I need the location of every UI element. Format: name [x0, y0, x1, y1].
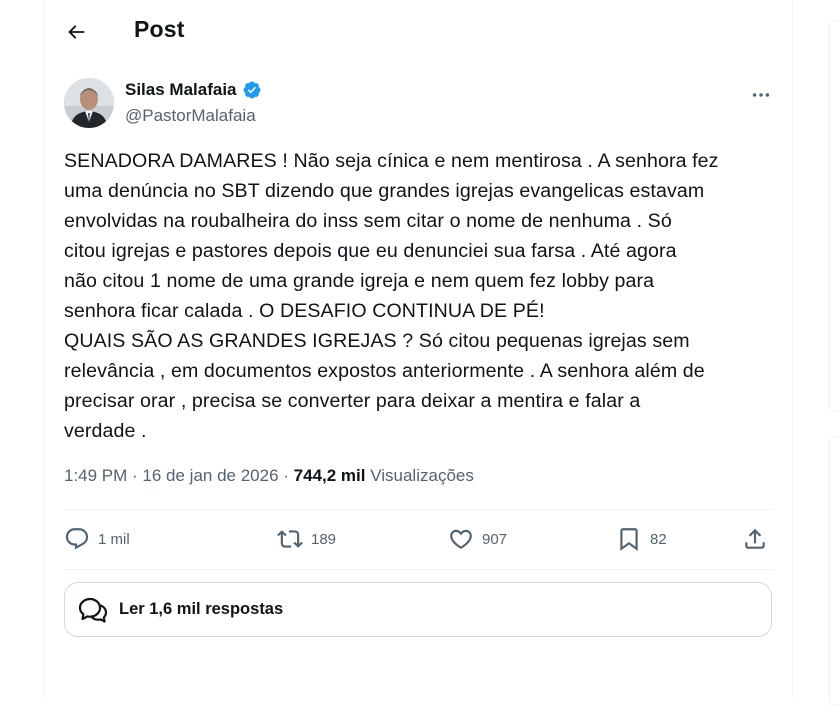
- more-button[interactable]: [744, 82, 778, 108]
- tweet-meta: 1:49 PM · 16 de jan de 2026 · 744,2 mil …: [64, 466, 474, 486]
- author-block: Silas Malafaia @PastorMalafaia: [64, 78, 774, 134]
- verified-badge-icon[interactable]: [242, 80, 262, 100]
- retweet-icon: [277, 530, 303, 548]
- bookmark-icon: [620, 528, 638, 551]
- views-label: Visualizações: [370, 466, 474, 485]
- read-replies-label: Ler 1,6 mil respostas: [119, 600, 284, 618]
- meta-separator: ·: [278, 466, 294, 485]
- share-icon: [745, 528, 765, 549]
- bookmark-button[interactable]: 82: [616, 526, 667, 552]
- reply-count: 1 mil: [98, 530, 130, 548]
- views-count: 744,2 mil: [293, 466, 366, 485]
- sidebar-edge: [829, 20, 839, 412]
- tweet-time[interactable]: 1:49 PM: [64, 466, 127, 486]
- tweet-date[interactable]: 16 de jan de 2026: [142, 466, 278, 486]
- retweet-count: 189: [311, 530, 337, 548]
- sidebar-edge: [829, 436, 839, 706]
- author-handle[interactable]: @PastorMalafaia: [125, 106, 256, 126]
- retweet-button[interactable]: 189: [277, 526, 336, 552]
- reply-icon: [65, 528, 89, 550]
- more-icon: [752, 93, 770, 97]
- name-row: Silas Malafaia: [125, 80, 262, 100]
- like-button[interactable]: 907: [448, 526, 507, 552]
- like-count: 907: [482, 530, 508, 548]
- tweet-text: SENADORA DAMARES ! Não seja cínica e nem…: [64, 150, 719, 442]
- share-button[interactable]: [742, 526, 768, 552]
- reply-button[interactable]: 1 mil: [64, 526, 130, 552]
- like-icon: [450, 529, 472, 549]
- back-button[interactable]: [58, 14, 94, 50]
- action-bar: 1 mil 189 907 82: [64, 526, 776, 560]
- divider: [64, 509, 774, 510]
- back-arrow-icon: [68, 25, 85, 39]
- post-column: Post Silas Malafaia @PastorMalafaia SENA…: [43, 0, 793, 697]
- avatar-image: [64, 78, 114, 128]
- page-title: Post: [134, 16, 185, 42]
- post-header: Post: [44, 0, 794, 62]
- replies-bubble-icon: [78, 597, 108, 623]
- avatar[interactable]: [64, 78, 114, 128]
- display-name[interactable]: Silas Malafaia: [125, 80, 237, 100]
- divider: [64, 569, 774, 570]
- bookmark-count: 82: [650, 530, 667, 548]
- meta-separator: ·: [127, 466, 143, 485]
- read-replies-button[interactable]: Ler 1,6 mil respostas: [64, 582, 772, 637]
